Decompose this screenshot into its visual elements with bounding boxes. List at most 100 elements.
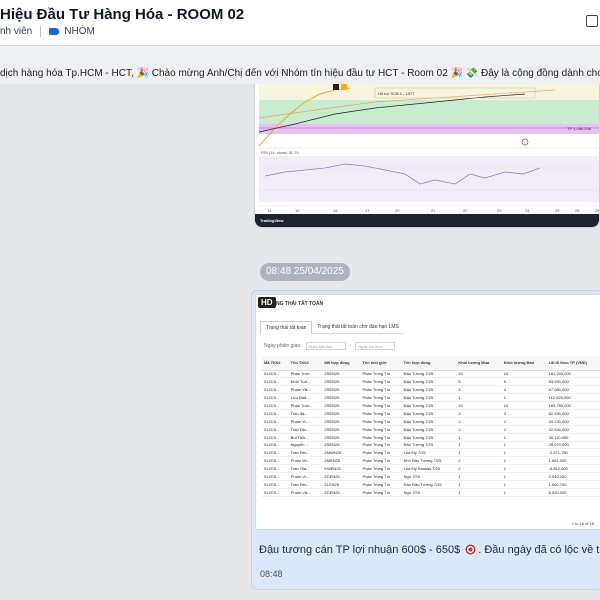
table-cell: 1 — [501, 433, 547, 442]
table-cell: -2,571,750 — [546, 448, 600, 458]
table-cell: 012C8... — [262, 464, 289, 474]
table-cell: 4 — [456, 385, 502, 395]
table-row: 012C8... Phạm Vi... ZSEN25 Phan Trung Tín Đậ… — [262, 417, 600, 426]
table-cell: 2 — [456, 464, 502, 474]
group-title: Hiệu Đầu Tư Hàng Hóa - ROOM 02 — [0, 6, 245, 23]
table-cell: Phan Trun... — [288, 401, 323, 410]
table-cell: Đậu Tương 7/25 — [401, 401, 457, 410]
table-cell: Đậu Tương 7/25 — [401, 417, 457, 426]
table-cell: 2,040,250 — [546, 472, 600, 481]
table-cell: 8,520,000 — [546, 488, 600, 497]
table-cell: Phan Trung Tín — [360, 441, 402, 450]
table-cell: Phan Trung Tín — [360, 448, 402, 458]
table-cell: Phạm Vi... — [288, 472, 323, 481]
group-meta: nh viên NHÓM — [0, 26, 95, 37]
pinned-announcement[interactable]: dịch hàng hóa Tp.HCM - HCT, 🎉 Chào mừng … — [0, 46, 600, 84]
rsi-label: RSI (14, close) 51.79 — [261, 150, 299, 155]
table-cell: 30,110,000 — [546, 433, 600, 442]
table-cell: ZSEN25 — [322, 425, 361, 434]
table-cell: Phan Trung Tín — [360, 370, 402, 379]
divider — [40, 26, 42, 37]
table-cell: Phan Trung Tín — [360, 377, 402, 387]
table-cell: 3 — [456, 409, 502, 418]
table-cell: 1 — [501, 441, 547, 450]
column-header: Tên môi giới — [360, 356, 402, 371]
x-tick: 21 — [431, 208, 436, 213]
table-cell: 1 — [501, 448, 547, 458]
group-tag-label[interactable]: NHÓM — [64, 26, 95, 37]
table-cell: Trần Đin... — [288, 480, 323, 489]
table-cell: 33,230,000 — [546, 417, 600, 426]
table-cell: ZSEN25 — [322, 385, 361, 395]
table-cell: ZMWN25 — [322, 448, 361, 458]
table-cell: 012C8... — [262, 456, 289, 466]
table-cell: 012C8... — [262, 480, 289, 489]
table-cell: 2 — [456, 425, 502, 434]
table-cell: ZSEN25 — [322, 409, 361, 418]
tab-settlement-status: Trạng thái tất toán — [260, 321, 313, 334]
table-header-row: Mã TK02 Tên TK02 Mã hợp đồng Tên môi giới Tê… — [262, 356, 600, 371]
table-cell: ZSEN25 — [322, 370, 361, 379]
screenshot-title: NG THÁI TẤT TOÁN — [276, 301, 324, 307]
table-cell: 1 — [501, 472, 547, 481]
table-cell: 1 — [501, 393, 547, 403]
table-cell: ZSEN25 — [322, 393, 361, 403]
chart-image-message[interactable]: Hỗ trợ SCB 1 - 1977 TP 1,066,258 RSI (14… — [254, 84, 600, 228]
x-tick: 23 — [497, 208, 502, 213]
table-cell: 2 — [501, 464, 547, 474]
table-cell: Đậu Tương 7/25 — [401, 441, 457, 450]
table-cell: ZSEN25 — [322, 441, 361, 450]
table-cell: 3 — [501, 409, 547, 418]
x-tick: 28 — [575, 208, 580, 213]
table-cell: 012C8... — [262, 448, 289, 458]
table-cell: Trần Đin... — [288, 425, 323, 434]
x-tick: 29 — [595, 208, 600, 213]
table-cell: 1 — [456, 480, 502, 489]
table-cell: Phan Trung Tín — [360, 433, 402, 442]
table-cell: 1,661,000 — [546, 456, 600, 466]
table-pager: 1 to 16 of 16 — [571, 521, 594, 526]
table-row: 012C9... Phan Trun... ZSEN25 Phan Trung Tín… — [262, 401, 600, 410]
table-cell: 62,930,000 — [546, 409, 600, 418]
table-cell: Trần Đin... — [288, 448, 323, 458]
column-header: Mã hợp đồng — [322, 356, 361, 371]
table-row: 012C8... Đinh Tuấ... ZSEN25 Phan Trung Tín Đ… — [262, 377, 600, 387]
settlement-screenshot[interactable]: HD NG THÁI TẤT TOÁN Trạng thái tất toán … — [255, 294, 600, 530]
column-header: Lãi lỗ theo TP (VND) — [546, 356, 600, 371]
table-cell: Phạm Vă... — [288, 385, 323, 395]
x-tick: 17 — [365, 208, 370, 213]
table-cell: 1 — [456, 448, 502, 458]
filter-to: Ngày kết thúc — [355, 342, 396, 350]
message-bubble[interactable]: HD NG THÁI TẤT TOÁN Trạng thái tất toán … — [251, 290, 600, 590]
table-cell: 67,080,000 — [546, 385, 600, 395]
table-cell: 012C8... — [262, 409, 289, 418]
window-icon[interactable] — [586, 15, 598, 27]
table-cell: 2 — [501, 425, 547, 434]
table-cell: 1 — [456, 393, 502, 403]
table-cell: 1 — [456, 441, 502, 450]
table-cell: Đậu Tương 7/25 — [401, 433, 457, 442]
caption-text: Đậu tương cán TP lợi nhuận 600$ - 650$ .… — [259, 544, 600, 556]
table-cell: Phạm Mi... — [288, 456, 323, 466]
table-row: 012C8... Trần Gia... KWEN25 Phan Trung Tín L… — [262, 464, 600, 474]
table-row: 012C8... Phạm Mi... ZMEN25 Phan Trung Tín Kh… — [262, 456, 600, 466]
table-cell: 10 — [501, 401, 547, 410]
target-icon — [465, 544, 477, 555]
table-cell: 112,925,000 — [546, 393, 600, 403]
table-cell: 1 — [456, 472, 502, 481]
tradingview-logo: TradingView — [260, 218, 284, 223]
table-cell: Đậu Tương 7/25 — [401, 425, 457, 434]
table-cell: 1 — [501, 488, 547, 497]
table-cell: Phan Trung Tín — [360, 385, 402, 395]
members-label[interactable]: nh viên — [0, 26, 32, 37]
table-cell: Lúa Mỳ 7/25 — [401, 448, 457, 458]
table-cell: ZCEN25 — [322, 488, 361, 497]
chat-header: Hiệu Đầu Tư Hàng Hóa - ROOM 02 nh viên N… — [0, 0, 600, 46]
table-cell: ZSEN25 — [322, 377, 361, 387]
table-cell: 165,780,000 — [546, 401, 600, 410]
table-cell: 2 — [501, 417, 547, 426]
column-header: Tên TK02 — [288, 356, 323, 371]
table-cell: ZCEN25 — [322, 472, 361, 481]
table-cell: Ngô 7/25 — [401, 472, 457, 481]
table-cell: 012C9... — [262, 401, 289, 410]
